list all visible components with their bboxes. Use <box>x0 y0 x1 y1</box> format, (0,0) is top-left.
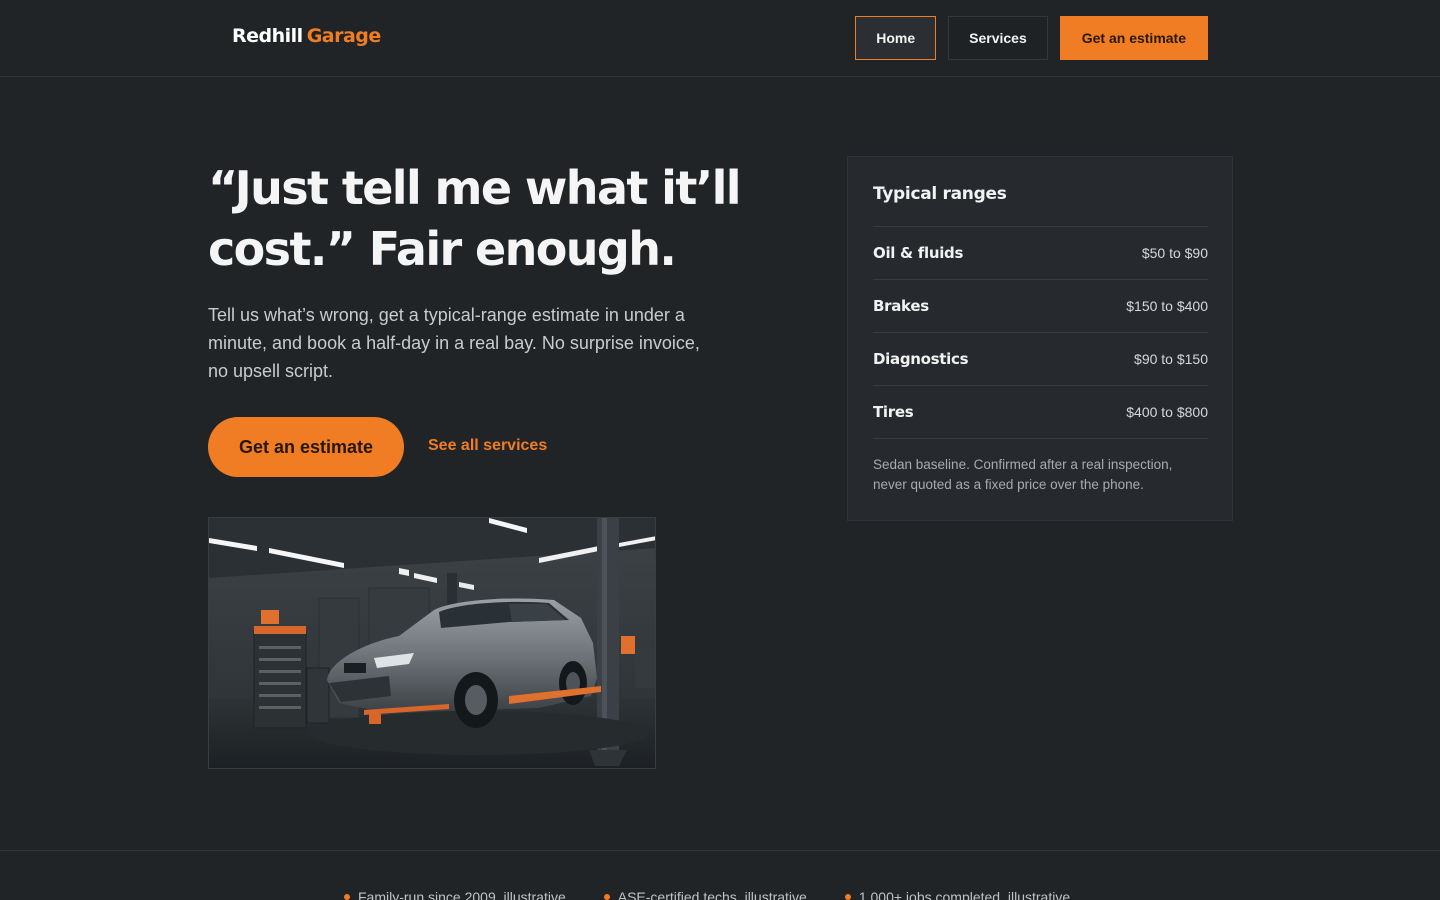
ranges-disclaimer: Sedan baseline. Confirmed after a real i… <box>873 457 1173 492</box>
see-all-services-link[interactable]: See all services <box>428 437 547 455</box>
brand-logo[interactable]: Redhill Garage <box>232 25 381 47</box>
hero-subtitle: Tell us what’s wrong, get a typical-rang… <box>208 305 700 381</box>
service-range: $50 to $90 <box>1141 245 1208 261</box>
price-row-tires: Tires $400 to $800 <box>873 386 1208 439</box>
badge-text: ASE-certified techs, illustrative <box>617 889 807 900</box>
typical-ranges-card: Typical ranges Oil & fluids $50 to $90 B… <box>847 156 1233 521</box>
bullet-dot-icon <box>844 894 851 900</box>
section-divider <box>0 850 1440 851</box>
brand-name: Redhill <box>232 25 303 47</box>
card-title: Typical ranges <box>873 184 1007 204</box>
bullet-dot-icon <box>603 894 610 900</box>
site-header: Redhill Garage Home Services Get an estim… <box>0 0 1440 77</box>
service-range: $150 to $400 <box>1126 298 1208 314</box>
badge-text: 1,000+ jobs completed, illustrative <box>858 889 1071 900</box>
service-name: Brakes <box>873 297 929 315</box>
nav-get-estimate-button[interactable]: Get an estimate <box>1059 16 1208 60</box>
trust-badge: ASE-certified techs, illustrative <box>603 889 807 900</box>
price-row-diagnostics: Diagnostics $90 to $150 <box>873 333 1208 386</box>
service-range: $400 to $800 <box>1126 404 1208 420</box>
garage-photo <box>208 517 656 769</box>
bullet-dot-icon <box>344 894 350 900</box>
trust-badge: 1,000+ jobs completed, illustrative <box>844 889 1071 900</box>
nav-home[interactable]: Home <box>855 16 937 60</box>
price-row-oil: Oil & fluids $50 to $90 <box>873 227 1208 280</box>
price-range-list: Oil & fluids $50 to $90 Brakes $150 to $… <box>873 227 1208 439</box>
trust-badge: Family-run since 2009, illustrative <box>344 889 566 900</box>
hero-title: “Just tell me what it’ll cost.” Fair eno… <box>208 161 742 276</box>
main-nav: Home Services Get an estimate <box>855 16 1208 60</box>
service-name: Diagnostics <box>873 350 969 368</box>
badge-text: Family-run since 2009, illustrative <box>358 889 566 900</box>
garage-car-image <box>209 518 655 768</box>
brand-accent: Garage <box>306 25 382 47</box>
get-estimate-button[interactable]: Get an estimate <box>208 417 404 477</box>
trust-badges: Family-run since 2009, illustrative ASE-… <box>344 889 1070 900</box>
service-range: $90 to $150 <box>1134 351 1208 367</box>
service-name: Oil & fluids <box>873 244 964 262</box>
price-row-brakes: Brakes $150 to $400 <box>873 280 1208 333</box>
service-name: Tires <box>873 403 914 421</box>
nav-services[interactable]: Services <box>948 16 1048 60</box>
